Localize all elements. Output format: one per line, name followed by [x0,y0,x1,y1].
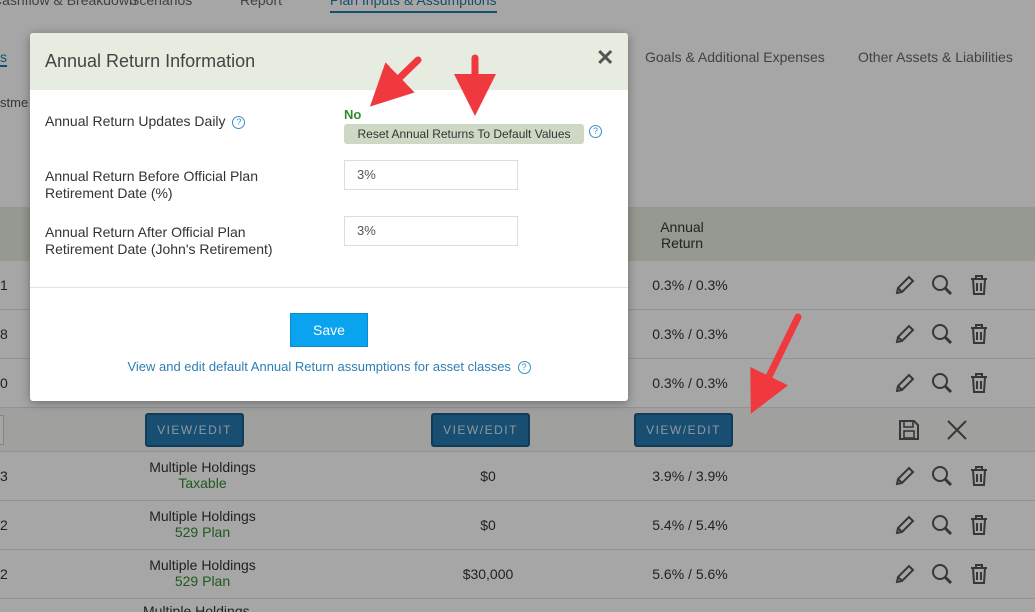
modal-divider [30,287,628,288]
reset-annual-returns-button[interactable]: Reset Annual Returns To Default Values [344,124,584,144]
updates-daily-value: No [344,107,362,122]
help-circle-icon[interactable]: ? [517,361,531,375]
view-default-assumptions-link[interactable]: View and edit default Annual Return assu… [30,359,628,375]
close-icon[interactable]: ✕ [596,45,614,71]
save-button[interactable]: Save [290,313,368,347]
updates-daily-label: Annual Return Updates Daily ? [45,113,246,130]
annual-return-modal: Annual Return Information ✕ Annual Retur… [30,33,628,401]
after-retirement-input[interactable]: 3% [344,216,518,246]
after-retirement-label: Annual Return After Official Plan Retire… [45,224,273,257]
before-retirement-label: Annual Return Before Official Plan Retir… [45,168,258,201]
help-circle-icon[interactable]: ? [232,115,246,129]
help-circle-icon[interactable]: ? [589,125,602,138]
modal-header: Annual Return Information ✕ [30,33,628,90]
modal-title: Annual Return Information [45,51,256,71]
before-retirement-input[interactable]: 3% [344,160,518,190]
